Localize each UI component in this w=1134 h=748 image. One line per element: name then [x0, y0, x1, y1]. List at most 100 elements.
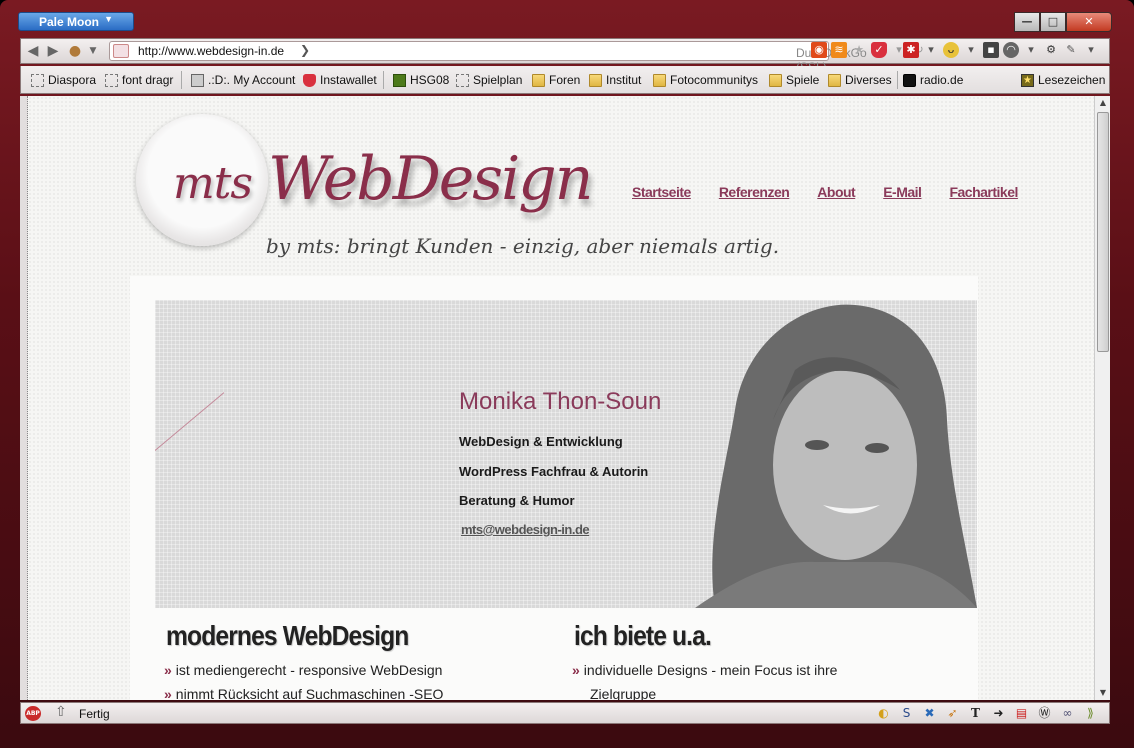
url-bar[interactable]: http://www.webdesign-in.de ❯ DuckDuckGo … — [109, 41, 867, 74]
chevron-down-icon[interactable]: ▾ — [1023, 42, 1039, 58]
vertical-scrollbar[interactable]: ▲ ▼ — [1094, 96, 1110, 700]
dashed-box-icon — [105, 73, 118, 87]
duckduckgo-icon[interactable]: ◉ — [811, 42, 827, 58]
portrait-photo — [695, 304, 977, 608]
addon-round-icon[interactable]: ◠ — [1003, 42, 1019, 58]
forward-icon[interactable]: ▶ — [45, 43, 61, 59]
bookmark-item[interactable]: HSG08 — [393, 72, 449, 88]
home-arrow-icon[interactable]: ⇧ — [55, 704, 67, 720]
hero-service-2: WordPress Fachfrau & Autorin — [459, 464, 649, 479]
greasemonkey-icon[interactable]: ᴗ — [943, 42, 959, 58]
ext-s-icon[interactable]: S — [898, 705, 915, 722]
scroll-up-icon[interactable]: ▲ — [1095, 96, 1111, 110]
window-controls: — □ ✕ — [1014, 12, 1112, 32]
pocket-icon[interactable]: ✓ — [871, 42, 887, 58]
hero-service-3: Beratung & Humor — [459, 493, 575, 508]
logo-mts-text: mts — [173, 158, 253, 209]
radio-icon — [903, 73, 916, 87]
scroll-down-icon[interactable]: ▼ — [1095, 686, 1111, 700]
bookmark-separator — [897, 71, 898, 89]
ext-clipboard-icon[interactable]: ▤ — [1013, 705, 1030, 722]
bookmark-folder[interactable]: Institut — [589, 72, 641, 88]
wrench-icon[interactable]: ✎ — [1063, 42, 1079, 58]
chevron-down-icon[interactable]: ▾ — [923, 42, 939, 58]
url-text: http://www.webdesign-in.de — [138, 44, 285, 58]
nav-startseite[interactable]: Startseite — [632, 184, 691, 200]
site-tagline: by mts: bringt Kunden - einzig, aber nie… — [266, 234, 780, 258]
folder-icon — [828, 73, 841, 87]
section-heading-offer: ich biete u.a. — [574, 620, 712, 651]
site-navigation: Startseite Referenzen About E-Mail Facha… — [632, 184, 1018, 200]
bookmark-folder[interactable]: Diverses — [828, 72, 892, 88]
bookmark-separator — [181, 71, 182, 89]
star-icon[interactable]: ★ — [851, 42, 867, 58]
bookmark-item[interactable]: font dragr — [105, 72, 173, 88]
browser-window: Pale Moon ▼ — □ ✕ ◀ ▶ ● ▼ http://www.web… — [0, 0, 1134, 748]
hero-email-link[interactable]: mts@webdesign-in.de — [461, 522, 590, 537]
bookmark-item[interactable]: Spielplan — [456, 72, 522, 88]
page-viewport: mts WebDesign by mts: bringt Kunden - ei… — [28, 96, 1094, 700]
maximize-button[interactable]: □ — [1040, 12, 1066, 32]
sidebar-splitter[interactable] — [20, 96, 28, 700]
bookmark-item[interactable]: .:D:. My Account — [191, 72, 295, 88]
status-bar: ABP ⇧ Fertig ◐ S ✖ ➶ T ➜ ▤ Ⓦ ∞ ⟫ — [20, 702, 1110, 724]
chevron-down-icon[interactable]: ▾ — [1083, 42, 1099, 58]
close-button[interactable]: ✕ — [1066, 12, 1112, 32]
back-icon[interactable]: ◀ — [25, 43, 41, 59]
chevron-down-icon[interactable]: ▼ — [85, 43, 101, 59]
site-favicon-icon — [113, 44, 129, 58]
bookmark-separator — [383, 71, 384, 89]
url-arrow-icon: ❯ — [300, 43, 311, 57]
status-icons: ◐ S ✖ ➶ T ➜ ▤ Ⓦ ∞ ⟫ — [875, 705, 1099, 722]
list-item: » individuelle Designs - mein Focus ist i… — [572, 662, 838, 678]
bookmark-item[interactable]: radio.de — [903, 72, 963, 88]
bullet-icon: » — [164, 686, 172, 700]
folder-icon — [589, 73, 602, 87]
text-format-icon[interactable]: T — [967, 705, 984, 722]
hero-service-1: WebDesign & Entwicklung — [459, 434, 623, 449]
list-item: » ist mediengerecht - responsive WebDesig… — [164, 662, 443, 678]
addon-tool-icon[interactable]: ⚙ — [1043, 42, 1059, 58]
scrollbar-thumb[interactable] — [1097, 112, 1109, 352]
list-item-continued: Zielgruppe — [590, 686, 657, 700]
rss-icon[interactable]: ≋ — [831, 42, 847, 58]
bookmark-item[interactable]: Instawallet — [303, 72, 377, 88]
logo-webdesign-text: WebDesign — [268, 144, 593, 214]
bookmark-item[interactable]: Diaspora — [31, 72, 96, 88]
ext-fox-icon[interactable]: ➶ — [944, 705, 961, 722]
ext-wave-icon[interactable]: ∞ — [1059, 705, 1076, 722]
nav-referenzen[interactable]: Referenzen — [719, 184, 790, 200]
addon-asterisk-icon[interactable]: ✱ — [903, 42, 919, 58]
bookmark-star-icon: ★ — [1021, 73, 1034, 87]
resize-grip-icon[interactable]: ⟫ — [1082, 705, 1099, 722]
bookmark-folder[interactable]: Foren — [532, 72, 580, 88]
app-menu-label: Pale Moon — [39, 15, 100, 29]
app-menu-button[interactable]: Pale Moon ▼ — [18, 12, 134, 31]
status-text: Fertig — [79, 707, 110, 721]
minimize-button[interactable]: — — [1014, 12, 1040, 32]
nav-about[interactable]: About — [817, 184, 855, 200]
list-item: » nimmt Rücksicht auf Suchmaschinen -SEO — [164, 686, 444, 700]
pocket-icon — [303, 73, 316, 87]
adblock-icon[interactable]: ABP — [25, 706, 41, 721]
green-square-icon — [393, 73, 406, 87]
bookmark-folder[interactable]: Fotocommunitys — [653, 72, 758, 88]
ext-x-icon[interactable]: ✖ — [921, 705, 938, 722]
section-heading-modern: modernes WebDesign — [166, 620, 409, 651]
avatar-icon — [191, 73, 204, 87]
decorative-line — [155, 392, 225, 451]
bookmark-folder[interactable]: Spiele — [769, 72, 819, 88]
addon-dark-icon[interactable]: ▪ — [983, 42, 999, 58]
arrow-right-icon[interactable]: ➜ — [990, 705, 1007, 722]
wordpress-icon[interactable]: Ⓦ — [1036, 705, 1053, 722]
chevron-down-icon[interactable]: ▾ — [963, 42, 979, 58]
ext-yellow-icon[interactable]: ◐ — [875, 705, 892, 722]
folder-icon — [653, 73, 666, 87]
hero-name: Monika Thon-Soun — [459, 388, 662, 415]
nav-fachartikel[interactable]: Fachartikel — [949, 184, 1018, 200]
folder-icon — [532, 73, 545, 87]
nav-email[interactable]: E-Mail — [883, 184, 922, 200]
bookmarks-menu[interactable]: ★ Lesezeichen — [1021, 72, 1105, 88]
home-icon[interactable]: ● — [67, 43, 83, 59]
chevron-down-icon: ▼ — [104, 14, 113, 24]
